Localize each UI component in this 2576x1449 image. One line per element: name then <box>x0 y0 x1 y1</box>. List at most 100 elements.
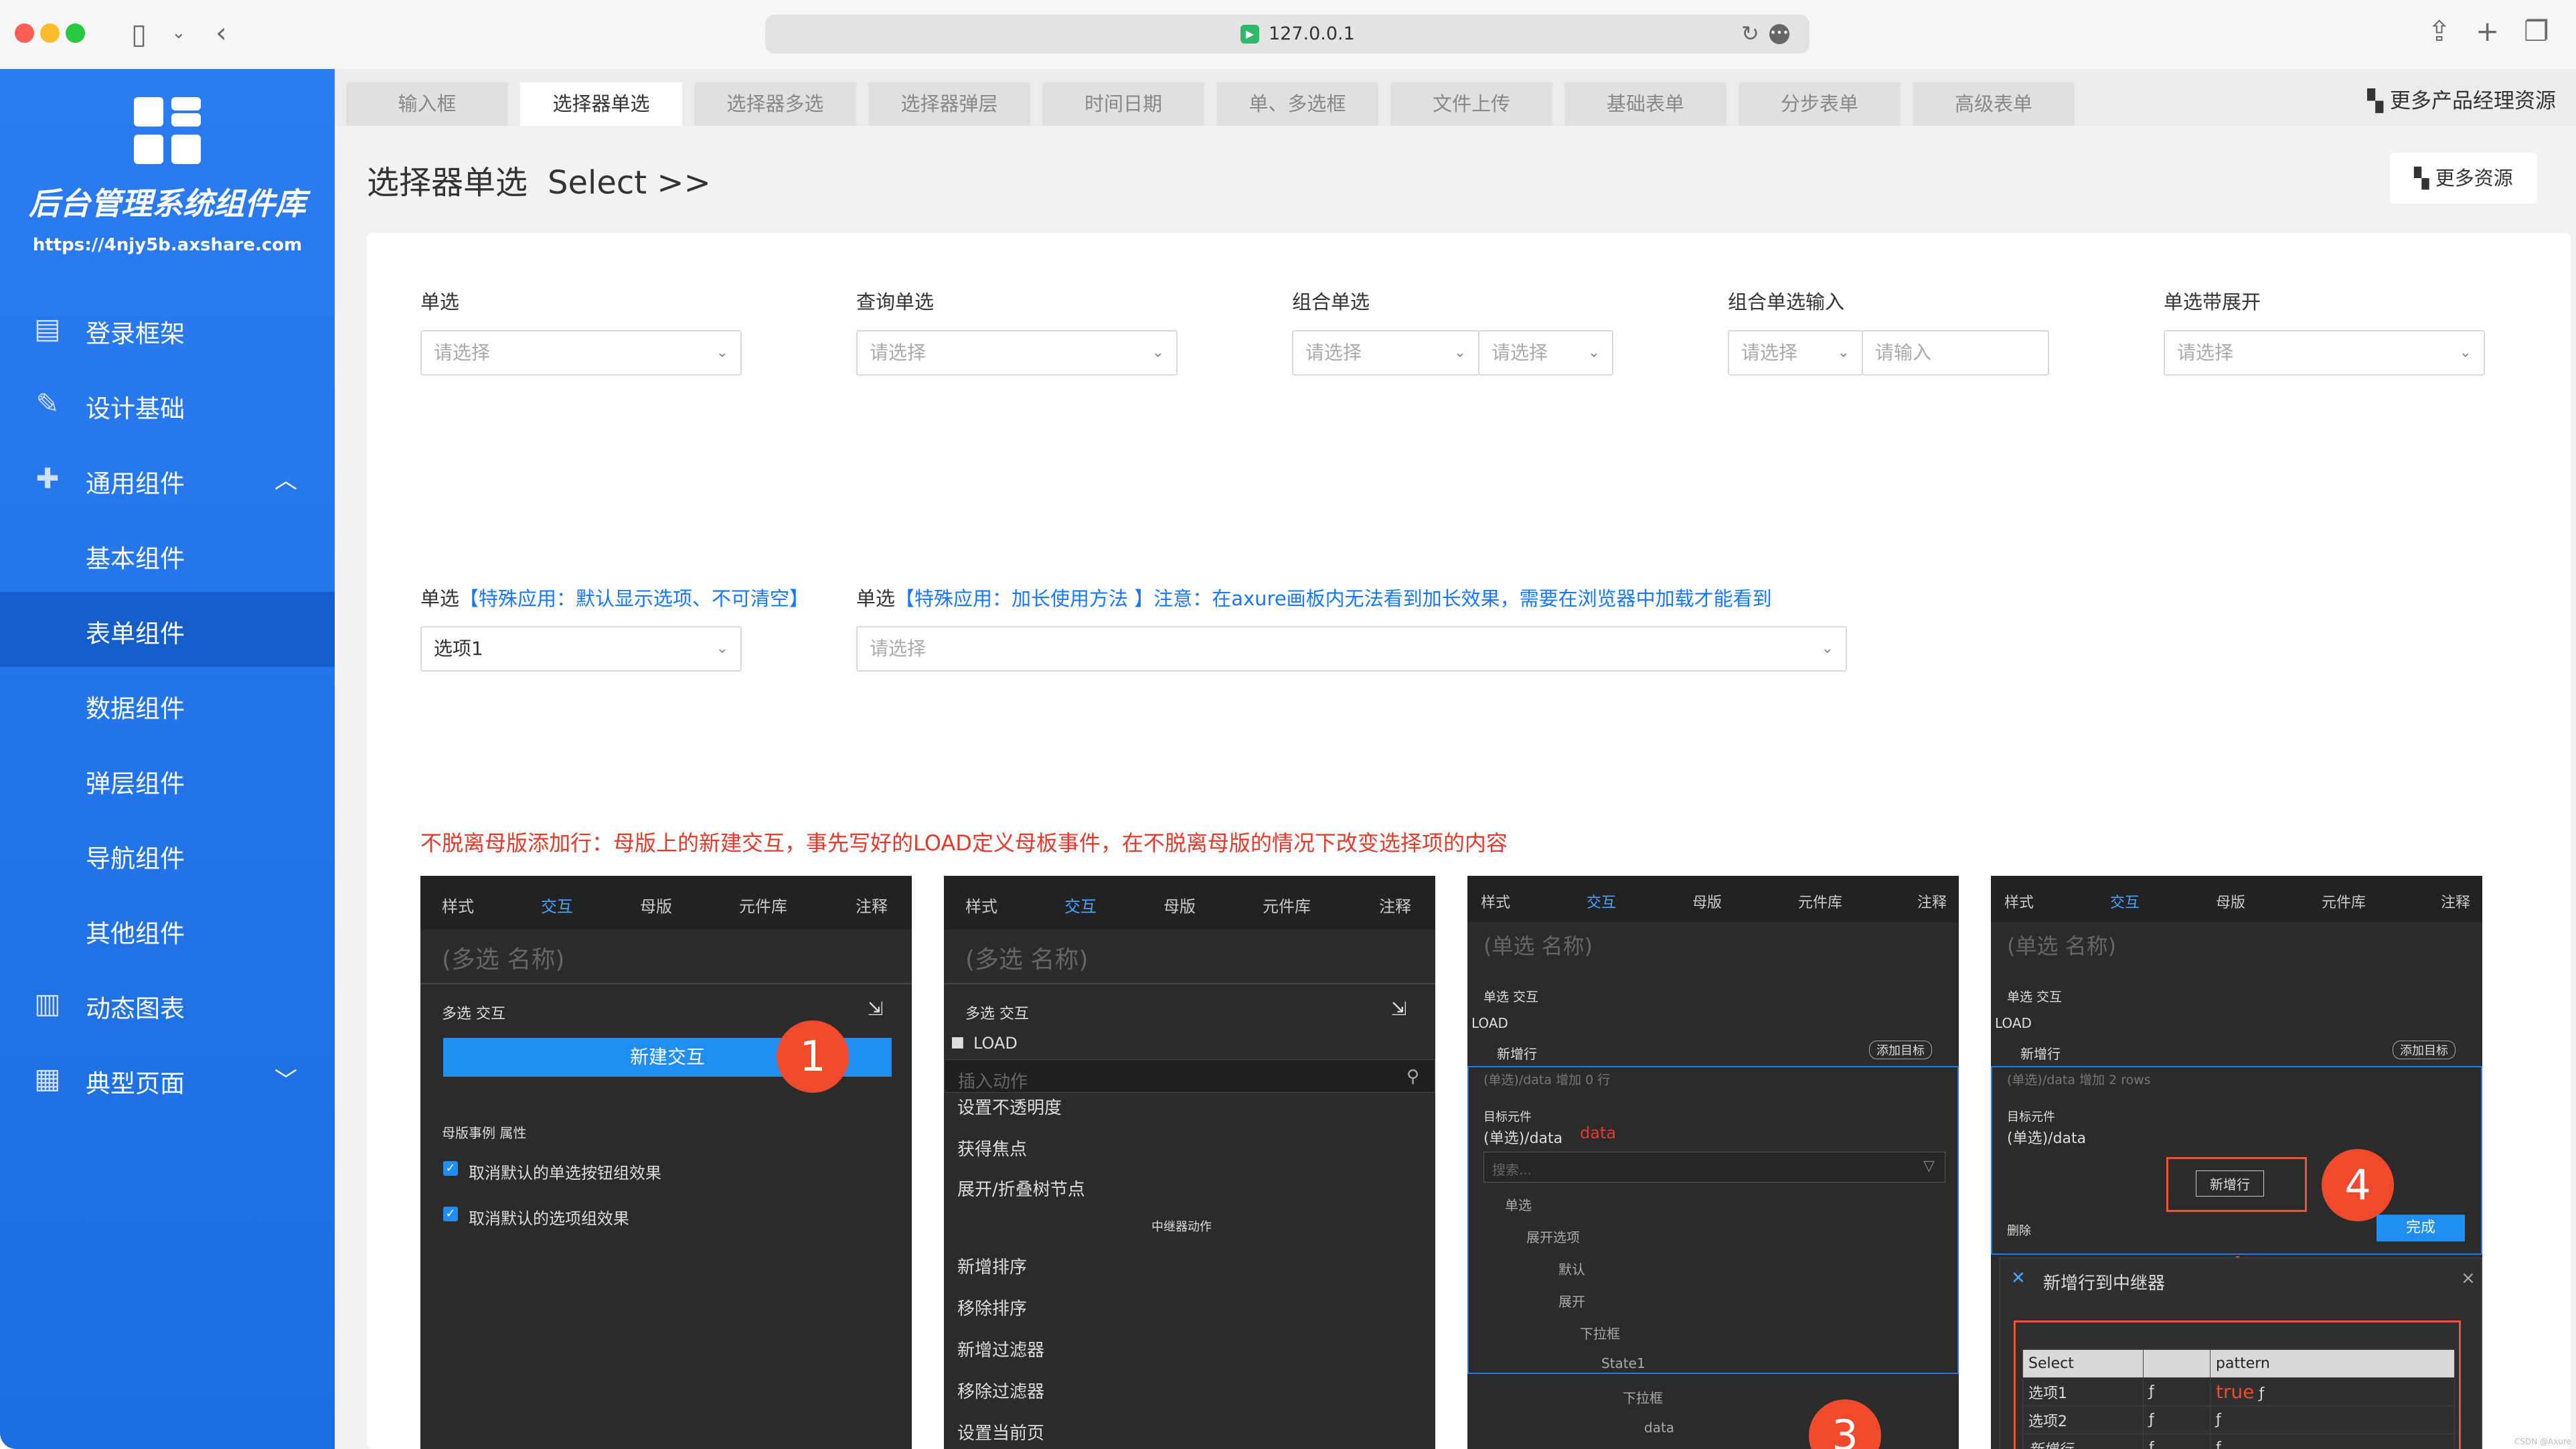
combo-select-1[interactable]: 请选择 ⌄ <box>1292 330 1479 376</box>
divider <box>944 983 1435 984</box>
chevron-down-icon[interactable]: ⌄ <box>171 24 186 42</box>
insert-action-search: 插入动作 ⚲ <box>944 1059 1435 1093</box>
panel-section: 多选 交互 <box>965 1006 1029 1022</box>
special2-select[interactable]: 请选择 ⌄ <box>856 626 1847 672</box>
action-item: 新增过滤器 <box>957 1341 1045 1361</box>
tab-select-single[interactable]: 选择器单选 <box>520 82 682 126</box>
single-select[interactable]: 请选择 ⌄ <box>420 330 742 376</box>
sidebar-item-label: 其他组件 <box>86 919 185 948</box>
action-item: 设置当前页 <box>957 1424 1045 1444</box>
query-select[interactable]: 请选择 ⌄ <box>856 330 1178 376</box>
event-label: LOAD <box>1995 1015 2032 1031</box>
table-row: 选项2 ƒ ƒ <box>2022 1405 2455 1434</box>
checkbox-icon: ✓ <box>443 1207 458 1221</box>
browser-titlebar: ▯ ⌄ ‹ ▶ 127.0.0.1 ↻ ••• ⇪ + ❐ <box>0 0 2576 69</box>
action-label: 新增行 <box>1497 1046 1537 1062</box>
sidebar-item-form-components[interactable]: 表单组件 <box>0 592 335 667</box>
event-label: LOAD <box>1471 1015 1508 1031</box>
tab-overview-icon[interactable]: ❐ <box>2524 17 2549 46</box>
panel-section: 多选 交互 <box>442 1006 505 1022</box>
sidebar-item-typical-pages[interactable]: ▦ 典型页面 ﹀ <box>0 1042 335 1117</box>
sidebar-item-common-components[interactable]: ✚ 通用组件 ︿ <box>0 442 335 517</box>
combo-select-2[interactable]: 请选择 ⌄ <box>1478 330 1613 376</box>
panel-tabs: 样式 交互 母版 元件库 注释 <box>1467 876 1959 923</box>
done-button: 完成 <box>2377 1215 2465 1241</box>
step-badge: 1 <box>777 1020 849 1093</box>
tab-step-form[interactable]: 分步表单 <box>1739 82 1901 126</box>
close-window-button[interactable] <box>15 23 34 43</box>
minimize-window-button[interactable] <box>40 23 60 43</box>
tab-select-popup[interactable]: 选择器弹层 <box>868 82 1030 126</box>
add-target-button: 添加目标 <box>2393 1041 2456 1059</box>
target-label: 目标元件 <box>1483 1110 1532 1124</box>
sidebar-item-label: 动态图表 <box>86 994 185 1023</box>
sidebar-item-popup-components[interactable]: 弹层组件 <box>0 742 335 817</box>
sidebar-item-other-components[interactable]: 其他组件 <box>0 892 335 967</box>
axure-panel-2: 样式 交互 母版 元件库 注释 (多选 名称) 多选 交互 ⇲ ■ LOAD 插… <box>944 876 1435 1449</box>
expand-select[interactable]: 请选择 ⌄ <box>2164 330 2485 376</box>
component-tabs: 输入框 选择器单选 选择器多选 选择器弹层 时间日期 单、多选框 文件上传 基础… <box>335 69 2576 126</box>
combo-input-label: 组合单选输入 <box>1728 291 1845 313</box>
fx-icon: ƒ <box>2210 1405 2455 1434</box>
tree-node: 下拉框 <box>1580 1326 1620 1342</box>
more-resources-button[interactable]: ▚ 更多资源 <box>2390 153 2537 204</box>
address-bar[interactable]: ▶ 127.0.0.1 ↻ ••• <box>765 15 1809 54</box>
reload-icon[interactable]: ↻ <box>1741 21 1759 46</box>
single-label: 单选 <box>420 291 460 313</box>
panel-tabs: 样式 交互 母版 元件库 注释 <box>1991 876 2482 923</box>
chevron-down-icon: ⌄ <box>1453 344 1466 361</box>
true-label: true <box>2216 1381 2255 1403</box>
sidebar-toggle-icon[interactable]: ▯ <box>131 20 147 48</box>
more-resources-label: 更多资源 <box>2435 167 2513 189</box>
special1-select[interactable]: 选项1 ⌄ <box>420 626 742 672</box>
more-products-link[interactable]: ▚ 更多产品经理资源 <box>2367 84 2556 114</box>
sidebar-item-nav-components[interactable]: 导航组件 <box>0 817 335 892</box>
delete-label: 删除 <box>2007 1224 2031 1238</box>
logo-icon <box>134 97 201 164</box>
tree-node: 展开 <box>1558 1294 1585 1310</box>
sidebar-item-data-components[interactable]: 数据组件 <box>0 667 335 742</box>
back-icon[interactable]: ‹ <box>216 19 227 47</box>
tab-datetime[interactable]: 时间日期 <box>1042 82 1204 126</box>
panel-tab: 元件库 <box>739 897 787 916</box>
sidebar-item-label: 表单组件 <box>86 619 185 648</box>
tab-upload[interactable]: 文件上传 <box>1390 82 1552 126</box>
tab-advanced-form[interactable]: 高级表单 <box>1913 82 2075 126</box>
action-editor <box>1467 1066 1959 1374</box>
table-cell: 新增行 <box>2022 1434 2144 1449</box>
grid-icon: ▚ <box>2367 89 2384 113</box>
share-icon[interactable]: ⇪ <box>2427 17 2451 46</box>
combo-label: 组合单选 <box>1292 291 1370 313</box>
chevron-down-icon: ⌄ <box>1587 344 1600 361</box>
combo-input-field[interactable]: 请输入 <box>1862 330 2049 376</box>
fx-icon: ƒ <box>2143 1377 2210 1406</box>
query-select-placeholder: 请选择 <box>870 341 927 364</box>
combo-select-1-placeholder: 请选择 <box>1305 341 1362 364</box>
tab-radio-checkbox[interactable]: 单、多选框 <box>1216 82 1378 126</box>
action-label: 新增行 <box>2020 1046 2061 1062</box>
tab-basic-form[interactable]: 基础表单 <box>1564 82 1726 126</box>
tab-select-multi[interactable]: 选择器多选 <box>694 82 856 126</box>
action-item: 新增排序 <box>957 1257 1028 1278</box>
expand-select-placeholder: 请选择 <box>2177 341 2234 364</box>
tree-search: 搜索... ▽ <box>1483 1152 1945 1183</box>
panel-props-title: 母版事例 属性 <box>442 1125 527 1141</box>
fx-icon: ƒ <box>2143 1434 2210 1449</box>
chevron-down-icon: ⌄ <box>716 344 728 361</box>
new-tab-icon[interactable]: + <box>2476 17 2499 46</box>
demo-card: 单选 请选择 ⌄ 查询单选 请选择 ⌄ 组合单选 请选择 ⌄ 请选择 ⌄ 组合单… <box>367 233 2571 1449</box>
sidebar-item-login-frame[interactable]: ▤ 登录框架 <box>0 292 335 367</box>
sidebar-item-basic-components[interactable]: 基本组件 <box>0 517 335 592</box>
special1-label: 单选【特殊应用：默认显示选项、不可清空】 <box>420 583 809 611</box>
more-icon[interactable]: ••• <box>1769 24 1789 44</box>
page-subtitle-link[interactable]: Select >> <box>548 164 711 202</box>
sidebar-item-dynamic-charts[interactable]: ▥ 动态图表 <box>0 967 335 1042</box>
panel-tab: 母版 <box>640 897 672 916</box>
sidebar-item-design-basics[interactable]: ✎ 设计基础 <box>0 367 335 442</box>
special2-label: 单选【特殊应用：加长使用方法 】注意：在axure画板内无法看到加长效果，需要在… <box>856 583 1772 611</box>
combo-input-select[interactable]: 请选择 ⌄ <box>1728 330 1863 376</box>
panel-tab: 注释 <box>1379 897 1411 916</box>
panel-tab: 母版 <box>1163 897 1196 916</box>
tab-input[interactable]: 输入框 <box>346 82 508 126</box>
zoom-window-button[interactable] <box>66 23 85 43</box>
